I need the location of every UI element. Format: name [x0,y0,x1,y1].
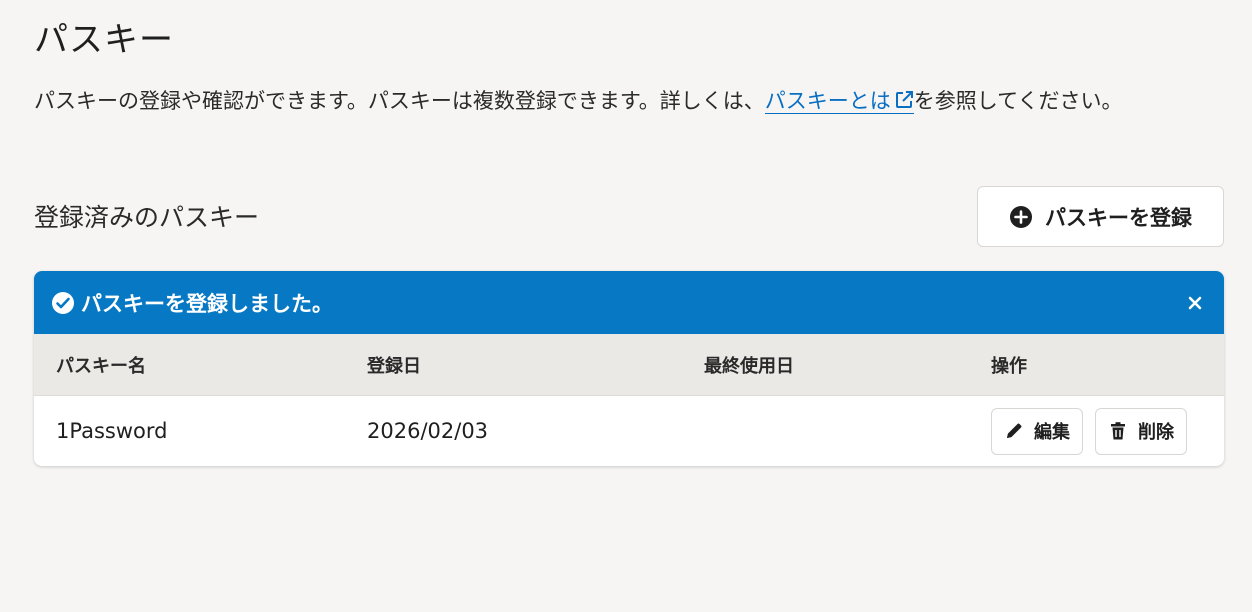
success-banner: パスキーを登録しました。 [34,271,1224,334]
link-label: パスキーとは [764,89,891,113]
banner-message: パスキーを登録しました。 [81,291,333,316]
header-passkey-name: パスキー名 [56,355,146,377]
description-text-after: を参照してください。 [913,89,1123,113]
delete-button[interactable]: 削除 [1095,407,1187,455]
passkey-table-card: パスキーを登録しました。 パスキー名 登録日 最終使用日 操作 1Passwor… [34,271,1224,466]
row-actions: 編集 削除 [991,407,1187,455]
edit-button-label: 編集 [1034,422,1070,443]
check-circle-icon [52,291,74,314]
plus-circle-icon [1010,205,1032,228]
registered-date: 2026/02/03 [367,419,489,443]
passkey-name: 1Password [56,419,168,443]
header-actions: 操作 [991,355,1027,377]
passkey-page: パスキー パスキーの登録や確認ができます。パスキーは複数登録できます。詳しくは、… [0,0,1252,612]
edit-button[interactable]: 編集 [991,407,1083,455]
page-title: パスキー [34,20,174,60]
register-passkey-button[interactable]: パスキーを登録 [977,186,1224,247]
page-description: パスキーの登録や確認ができます。パスキーは複数登録できます。詳しくは、パスキーと… [34,82,1214,120]
table-header: パスキー名 登録日 最終使用日 操作 [34,334,1224,396]
pencil-icon [1007,423,1022,438]
what-is-passkey-link[interactable]: パスキーとは [764,89,914,114]
register-button-label: パスキーを登録 [1045,205,1192,230]
description-text: パスキーの登録や確認ができます。パスキーは複数登録できます。詳しくは、 [34,89,765,113]
section-heading: 登録済みのパスキー [34,203,260,232]
trash-icon [1111,422,1125,440]
external-link-icon [895,91,913,108]
close-icon[interactable] [1184,292,1206,314]
table-row: 1Password 2026/02/03 編集 削除 [34,396,1224,466]
header-registered-date: 登録日 [367,355,421,377]
header-last-used-date: 最終使用日 [704,355,794,377]
delete-button-label: 削除 [1138,422,1174,443]
